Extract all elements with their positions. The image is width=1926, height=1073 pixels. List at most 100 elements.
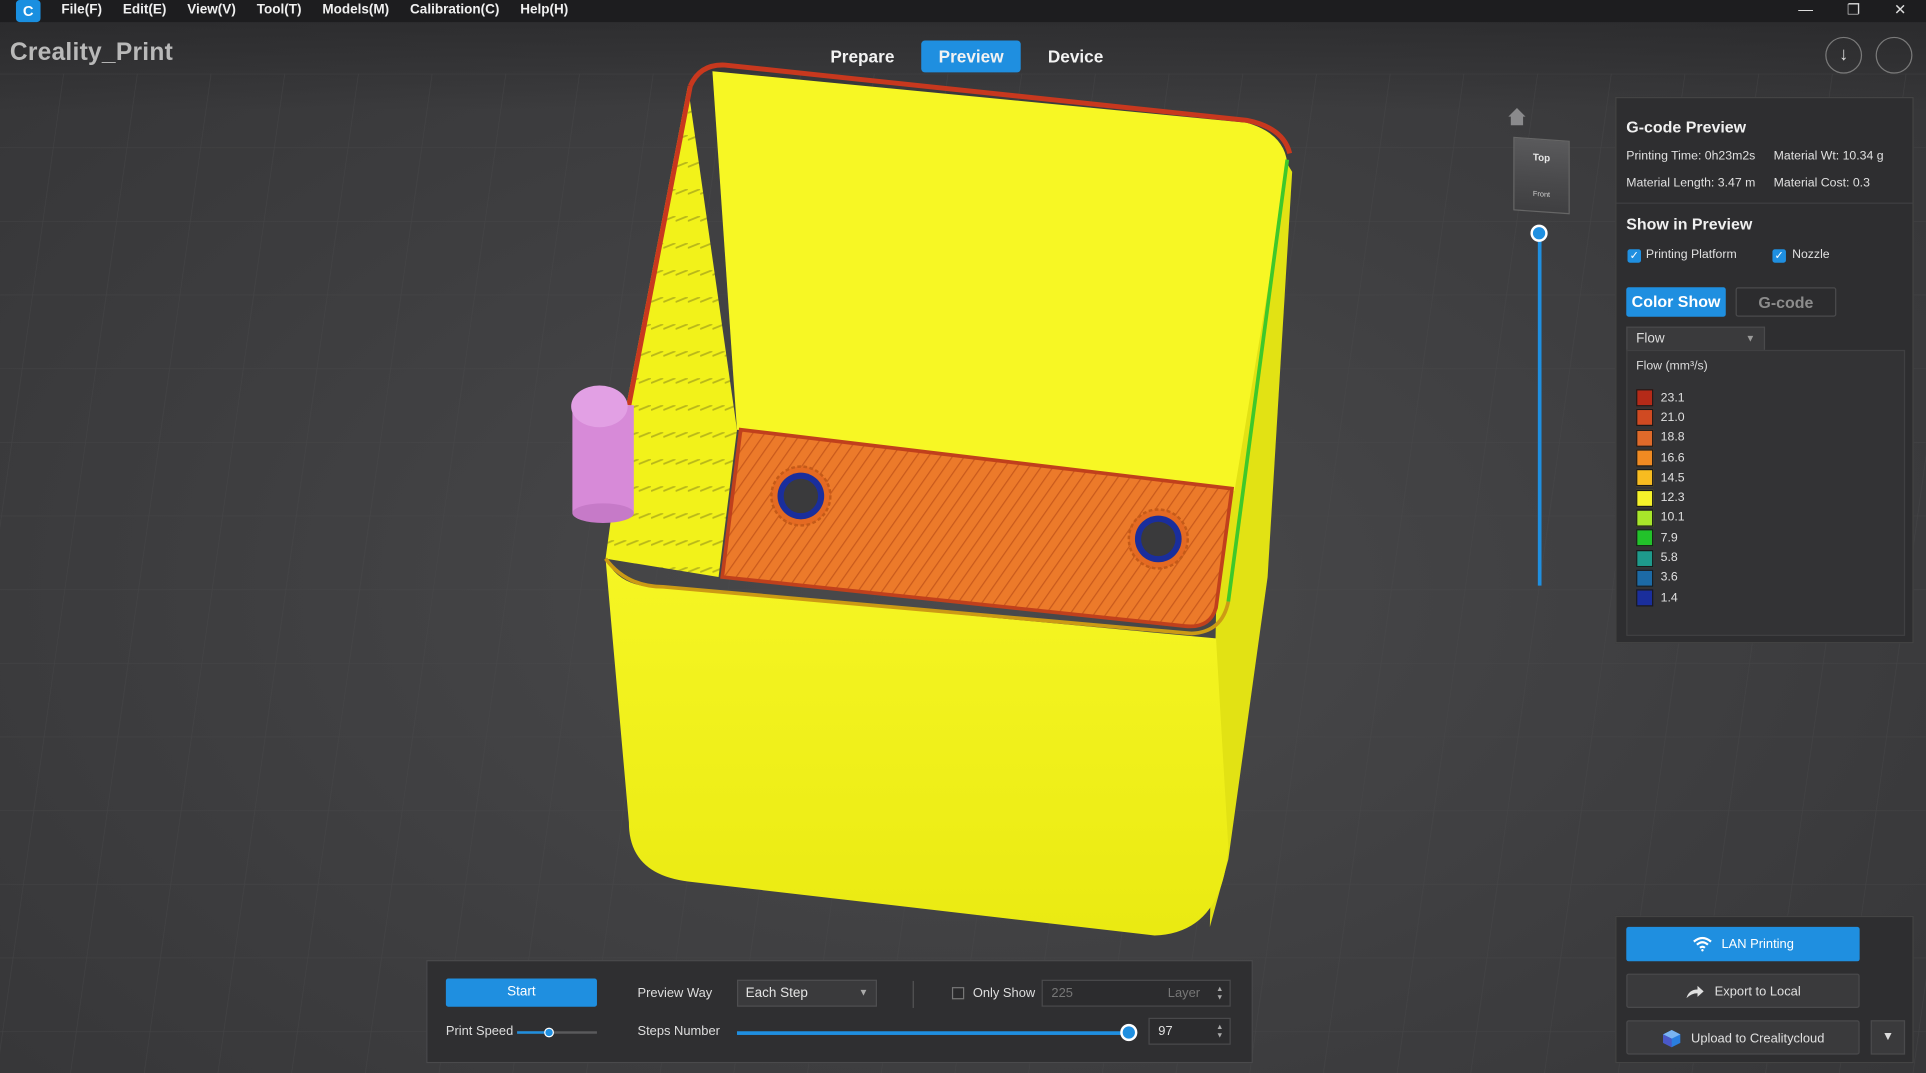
legend-row: 21.0 [1636, 408, 1685, 428]
user-avatar-button[interactable] [1875, 36, 1913, 74]
legend-row: 7.9 [1636, 528, 1684, 548]
restore-button[interactable]: ❐ [1844, 0, 1864, 22]
menu-models[interactable]: Models(M) [322, 0, 389, 22]
download-button[interactable]: ↓ [1825, 36, 1863, 74]
color-show-button[interactable]: Color Show [1626, 287, 1726, 317]
legend-swatch [1636, 429, 1654, 447]
preview-way-value: Each Step [745, 985, 808, 1001]
menu-tool[interactable]: Tool(T) [257, 0, 302, 22]
legend-value: 21.0 [1660, 411, 1685, 425]
3d-viewport[interactable]: C File(F) Edit(E) View(V) Tool(T) Models… [0, 0, 1926, 1073]
legend-value: 1.4 [1660, 591, 1678, 605]
menu-help[interactable]: Help(H) [520, 0, 568, 22]
preview-way-select[interactable]: Each Step ▼ [736, 979, 878, 1007]
steps-slider[interactable] [736, 1031, 1131, 1035]
home-view-icon[interactable] [1506, 106, 1528, 128]
color-scheme-select[interactable]: Flow ▼ [1626, 326, 1766, 352]
only-show-checkbox[interactable] [951, 987, 965, 1000]
legend-row: 10.1 [1636, 508, 1685, 528]
legend-swatch [1636, 489, 1654, 507]
minimize-button[interactable]: — [1796, 0, 1816, 22]
export-local-label: Export to Local [1714, 984, 1801, 1000]
printing-time: Printing Time: 0h23m2s [1626, 149, 1756, 164]
legend-row: 3.6 [1636, 568, 1684, 588]
view-cube-front-label[interactable]: Front [1514, 190, 1568, 201]
playback-bar: Start Print Speed Preview Way Each Step … [426, 960, 1253, 1064]
chevron-down-icon: ▼ [858, 987, 869, 999]
legend-title: Flow (mm³/s) [1636, 359, 1708, 374]
spin-arrows-icon[interactable]: ▲ ▼ [1216, 1024, 1223, 1041]
print-speed-handle[interactable] [544, 1027, 554, 1038]
gcode-button[interactable]: G-code [1735, 287, 1837, 317]
layer-slider-handle[interactable] [1530, 224, 1548, 242]
lan-printing-label: LAN Printing [1721, 936, 1794, 952]
printing-platform-checkbox[interactable]: ✓ [1627, 249, 1642, 263]
spin-arrows-icon[interactable]: ▲ ▼ [1216, 986, 1223, 1003]
upload-cloud-button[interactable]: Upload to Crealitycloud [1626, 1020, 1860, 1055]
legend-row: 14.5 [1636, 468, 1685, 488]
legend-list: 23.1 21.0 18.8 16.6 14.5 12.3 10.1 7.9 5.8 3.6 1.4 [1636, 388, 1685, 608]
steps-slider-handle[interactable] [1120, 1023, 1138, 1042]
print-speed-label: Print Speed [445, 1023, 514, 1039]
tab-prepare[interactable]: Prepare [813, 41, 911, 73]
more-options-button[interactable]: ▼ [1870, 1020, 1906, 1055]
steps-number-label: Steps Number [637, 1023, 720, 1039]
cloud-cube-icon [1662, 1030, 1680, 1048]
legend-row: 12.3 [1636, 488, 1685, 508]
divider [1616, 202, 1913, 204]
layer-value: 225 [1051, 985, 1073, 1001]
lan-printing-button[interactable]: LAN Printing [1626, 926, 1860, 962]
legend-swatch [1636, 569, 1654, 587]
mode-tabs: Prepare Preview Device [813, 40, 1121, 73]
layer-input[interactable]: 225 Layer ▲ ▼ [1041, 979, 1231, 1007]
app-logo-icon: C [15, 0, 41, 23]
legend-value: 14.5 [1660, 471, 1685, 485]
legend-row: 5.8 [1636, 548, 1684, 568]
menu-calibration[interactable]: Calibration(C) [410, 0, 499, 22]
legend-value: 18.8 [1660, 431, 1685, 445]
legend-row: 23.1 [1636, 388, 1685, 408]
steps-input[interactable]: 97 ▲ ▼ [1148, 1017, 1231, 1045]
show-in-preview-title: Show in Preview [1626, 214, 1753, 234]
purge-tower [571, 385, 634, 524]
upload-cloud-label: Upload to Crealitycloud [1691, 1031, 1825, 1047]
screw-hole-right [1127, 508, 1189, 570]
legend-swatch [1636, 549, 1654, 567]
model-back-wall [712, 71, 1288, 492]
close-button[interactable]: ✕ [1890, 0, 1910, 22]
nozzle-label: Nozzle [1792, 247, 1830, 262]
legend-value: 23.1 [1660, 391, 1685, 405]
chevron-down-icon: ▼ [1881, 1030, 1894, 1044]
wifi-icon [1692, 937, 1712, 952]
steps-value: 97 [1158, 1023, 1173, 1039]
chevron-down-icon: ▼ [1745, 332, 1756, 344]
start-button[interactable]: Start [445, 978, 597, 1007]
title-bar: C File(F) Edit(E) View(V) Tool(T) Models… [0, 0, 1926, 23]
menu-file[interactable]: File(F) [61, 0, 102, 22]
menu-bar: File(F) Edit(E) View(V) Tool(T) Models(M… [61, 0, 568, 22]
legend-value: 3.6 [1660, 571, 1678, 585]
legend-value: 12.3 [1660, 491, 1685, 505]
legend-row: 18.8 [1636, 428, 1685, 448]
tab-device[interactable]: Device [1031, 41, 1121, 73]
gcode-preview-title: G-code Preview [1626, 117, 1747, 137]
export-local-button[interactable]: Export to Local [1626, 973, 1860, 1008]
legend-value: 7.9 [1660, 531, 1678, 545]
tab-preview[interactable]: Preview [921, 40, 1021, 73]
menu-edit[interactable]: Edit(E) [123, 0, 167, 22]
gcode-preview-panel: G-code Preview Printing Time: 0h23m2s Ma… [1615, 96, 1914, 644]
material-length: Material Length: 3.47 m [1626, 176, 1756, 191]
legend-swatch [1636, 509, 1654, 527]
legend-row: 16.6 [1636, 448, 1685, 468]
share-arrow-icon [1686, 986, 1704, 999]
export-panel: LAN Printing Export to Local Upload to C… [1615, 915, 1914, 1064]
divider [912, 980, 914, 1008]
layer-slider-track[interactable] [1537, 235, 1542, 586]
legend-swatch [1636, 409, 1654, 427]
menu-view[interactable]: View(V) [187, 0, 236, 22]
download-arrow-icon: ↓ [1839, 44, 1849, 66]
view-cube-top-label[interactable]: Top [1514, 150, 1568, 165]
legend-swatch [1636, 469, 1654, 487]
nozzle-checkbox[interactable]: ✓ [1772, 249, 1786, 263]
view-cube[interactable]: Top Front [1513, 136, 1570, 215]
